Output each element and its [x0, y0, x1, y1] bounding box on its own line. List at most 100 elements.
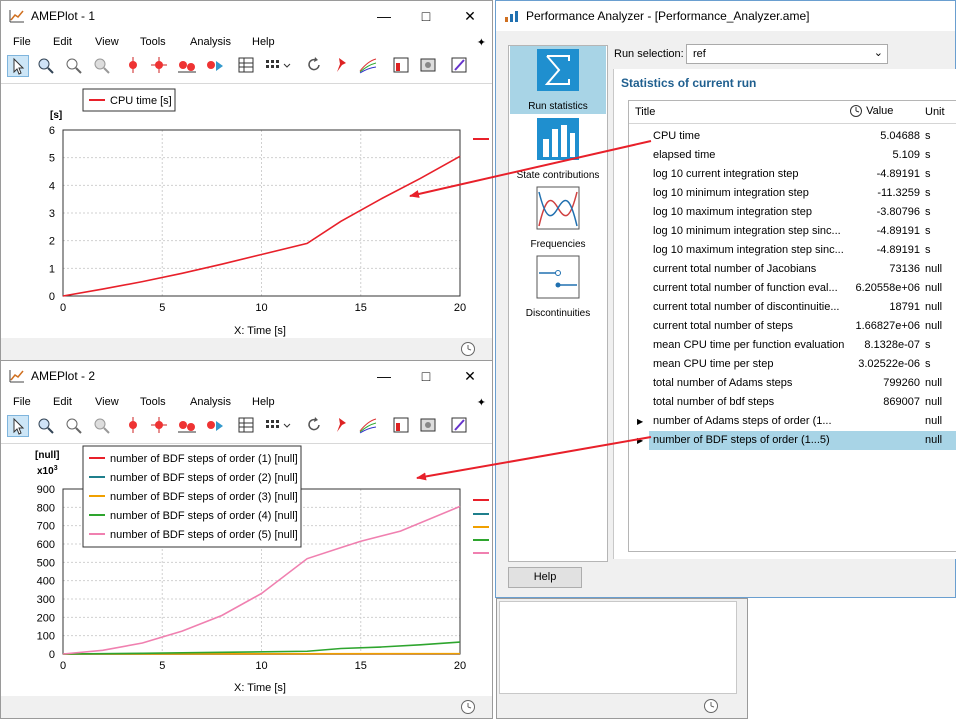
curves-icon[interactable]	[358, 415, 380, 437]
table-row[interactable]: current total number of Jacobians 73136 nu…	[629, 260, 956, 279]
menu-analysis[interactable]: Analysis	[190, 36, 231, 48]
menu-edit[interactable]: Edit	[53, 396, 72, 408]
double-marker-icon[interactable]	[176, 415, 198, 437]
clock-icon	[850, 105, 862, 117]
zoom-reset-icon[interactable]	[91, 415, 113, 437]
curves-icon[interactable]	[358, 55, 380, 77]
maximize-icon[interactable]: □	[416, 7, 436, 25]
sidebar-item-discontinuities[interactable]: Discontinuities	[510, 253, 606, 321]
table-row[interactable]: current total number of function eval...…	[629, 279, 956, 298]
layout-grid-icon[interactable]	[263, 415, 293, 437]
menu-view[interactable]: View	[95, 396, 119, 408]
x-axis-label: X: Time [s]	[234, 325, 286, 337]
menu-file[interactable]: File	[13, 396, 31, 408]
table-row[interactable]: log 10 current integration step -4.89191 s	[629, 165, 956, 184]
table-row[interactable]: total number of Adams steps 799260 null	[629, 374, 956, 393]
marker-play-icon[interactable]	[203, 55, 225, 77]
minimize-icon[interactable]: —	[374, 367, 394, 385]
zoom-out-icon[interactable]	[63, 415, 85, 437]
grid	[62, 129, 461, 297]
export-image-icon[interactable]	[418, 55, 440, 77]
y-tick-label: 200	[37, 612, 55, 624]
series-line[interactable]	[62, 641, 461, 655]
table-row[interactable]: mean CPU time per function evaluation 8.1…	[629, 336, 956, 355]
column-header-value[interactable]: Value	[849, 104, 893, 118]
column-header-unit[interactable]: Unit	[925, 106, 945, 118]
expand-arrow-icon[interactable]: ▶	[637, 417, 643, 426]
menu-tools[interactable]: Tools	[140, 36, 166, 48]
table-row[interactable]: log 10 minimum integration step -11.3259 s	[629, 184, 956, 203]
zoom-icon[interactable]	[35, 55, 57, 77]
ameplot-1-titlebar[interactable]: AMEPlot - 1 — □ ✕	[1, 1, 492, 31]
run-selection-dropdown[interactable]: ref ⌄	[686, 44, 888, 64]
pin-icon[interactable]: ✦	[477, 36, 486, 49]
clock-icon[interactable]	[703, 698, 719, 714]
plot-area[interactable]: [null] x103 0 5 10 15 20 0 100 200 300 400 500 600 7…	[1, 443, 492, 696]
table-row[interactable]: ▶ number of Adams steps of order (1... nul…	[629, 412, 956, 431]
zoom-reset-icon[interactable]	[91, 55, 113, 77]
menu-view[interactable]: View	[95, 36, 119, 48]
sidebar-item-run-statistics[interactable]: Run statistics	[510, 46, 606, 114]
table-row[interactable]: log 10 maximum integration step sinc... -…	[629, 241, 956, 260]
plot-area[interactable]: CPU time [s] [s] 0 5 10 15 20 0 1 2 3 4 5 6 X: Time…	[1, 83, 492, 338]
select-pointer-icon[interactable]	[7, 55, 29, 77]
cross-marker-icon[interactable]	[149, 55, 171, 77]
cpu-time-chart[interactable]: CPU time [s] [s] 0 5 10 15 20 0 1 2 3 4 5 6 X: Time…	[1, 84, 492, 339]
table-row[interactable]: CPU time 5.04688 s	[629, 127, 956, 146]
table-row[interactable]: log 10 maximum integration step -3.80796 s	[629, 203, 956, 222]
layout-grid-icon[interactable]	[263, 55, 293, 77]
double-marker-icon[interactable]	[176, 55, 198, 77]
y-tick-label: 900	[37, 484, 55, 496]
refresh-icon[interactable]	[304, 415, 326, 437]
edit-plot-icon[interactable]	[449, 415, 471, 437]
cross-marker-icon[interactable]	[149, 415, 171, 437]
edit-plot-icon[interactable]	[449, 55, 471, 77]
table-icon[interactable]	[236, 415, 258, 437]
table-row[interactable]: current total number of discontinuitie..…	[629, 298, 956, 317]
column-header-title[interactable]: Title	[635, 106, 655, 118]
maximize-icon[interactable]: □	[416, 367, 436, 385]
table-row[interactable]: mean CPU time per step 3.02522e-06 s	[629, 355, 956, 374]
ameplot-2-window: AMEPlot - 2 — □ ✕ File Edit View Tools A…	[0, 360, 493, 719]
menu-file[interactable]: File	[13, 36, 31, 48]
menu-edit[interactable]: Edit	[53, 36, 72, 48]
marker-play-icon[interactable]	[203, 415, 225, 437]
zoom-out-icon[interactable]	[63, 55, 85, 77]
refresh-icon[interactable]	[304, 55, 326, 77]
table-row[interactable]: elapsed time 5.109 s	[629, 146, 956, 165]
menu-analysis[interactable]: Analysis	[190, 396, 231, 408]
select-pointer-icon[interactable]	[7, 415, 29, 437]
row-value: 5.04688	[880, 130, 920, 142]
menu-help[interactable]: Help	[252, 396, 275, 408]
pin-icon[interactable]: ✦	[477, 396, 486, 409]
pin-marker-icon[interactable]	[331, 55, 353, 77]
sidebar-item-state-contributions[interactable]: State contributions	[510, 115, 606, 183]
legend-label: number of BDF steps of order (5) [null]	[110, 529, 298, 541]
table-row[interactable]: ▶ number of BDF steps of order (1...5) nul…	[629, 431, 956, 450]
bdf-steps-chart[interactable]: [null] x103 0 5 10 15 2001002003004005006007…	[1, 444, 492, 699]
export-image-icon[interactable]	[418, 415, 440, 437]
menu-bar: File Edit View Tools Analysis Help ✦	[1, 393, 492, 411]
menu-tools[interactable]: Tools	[140, 396, 166, 408]
marker-icon[interactable]	[123, 415, 145, 437]
help-button[interactable]: Help	[508, 567, 582, 588]
ameplot-2-titlebar[interactable]: AMEPlot - 2 — □ ✕	[1, 361, 492, 391]
marker-icon[interactable]	[123, 55, 145, 77]
close-icon[interactable]: ✕	[460, 367, 480, 385]
clock-icon[interactable]	[460, 699, 476, 715]
pin-marker-icon[interactable]	[331, 415, 353, 437]
close-icon[interactable]: ✕	[460, 7, 480, 25]
table-row[interactable]: log 10 minimum integration step sinc... -…	[629, 222, 956, 241]
analyzer-titlebar[interactable]: Performance Analyzer - [Performance_Anal…	[496, 1, 955, 31]
expand-arrow-icon[interactable]: ▶	[637, 436, 643, 445]
plot-type-icon[interactable]	[391, 415, 413, 437]
table-row[interactable]: total number of bdf steps 869007 null	[629, 393, 956, 412]
sidebar-item-frequencies[interactable]: Frequencies	[510, 184, 606, 252]
table-icon[interactable]	[236, 55, 258, 77]
menu-help[interactable]: Help	[252, 36, 275, 48]
table-row[interactable]: current total number of steps 1.66827e+06…	[629, 317, 956, 336]
clock-icon[interactable]	[460, 341, 476, 357]
plot-type-icon[interactable]	[391, 55, 413, 77]
minimize-icon[interactable]: —	[374, 7, 394, 25]
zoom-icon[interactable]	[35, 415, 57, 437]
